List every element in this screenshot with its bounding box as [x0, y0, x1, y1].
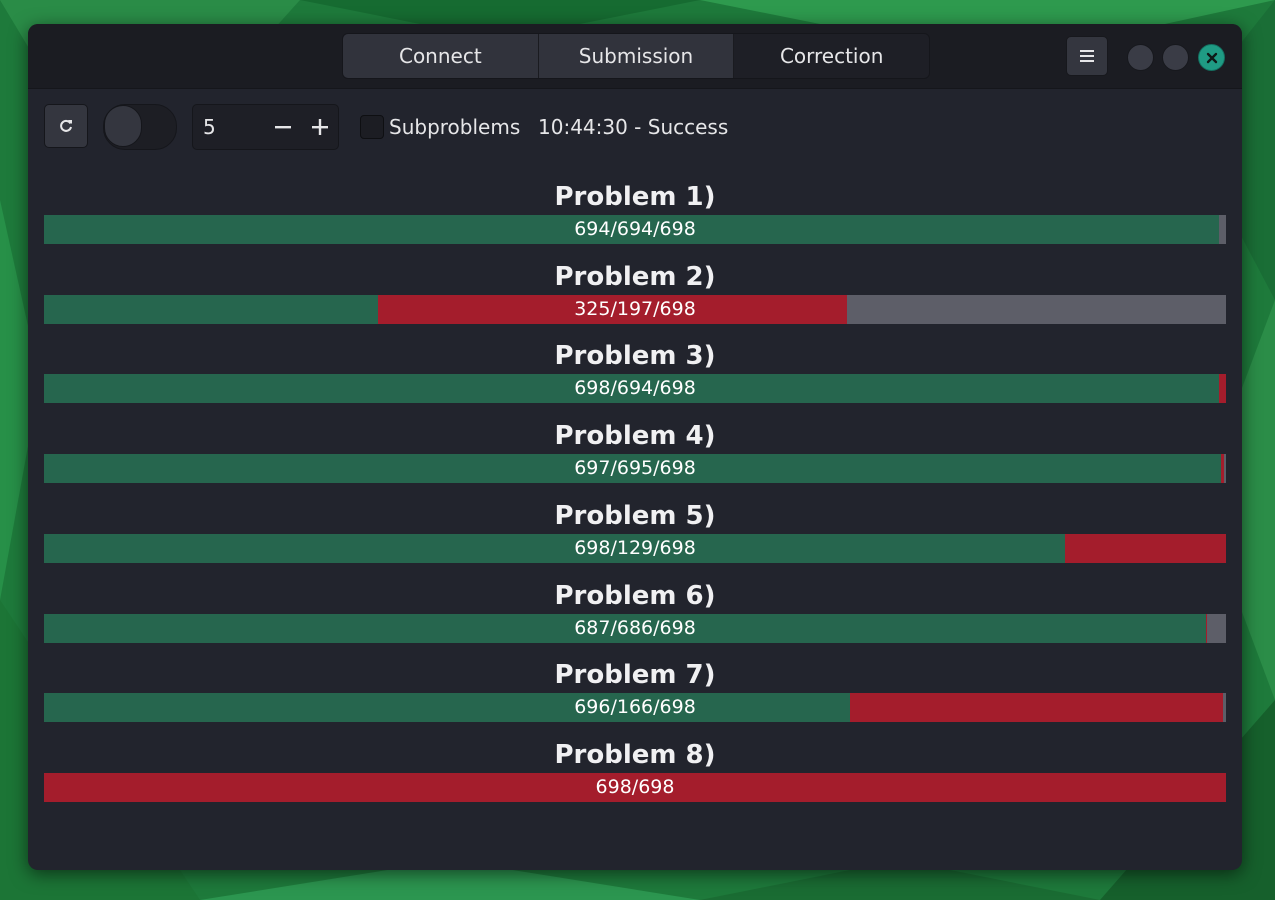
problem-title: Problem 7) — [554, 660, 716, 691]
problem-title: Problem 1) — [554, 182, 716, 212]
close-icon — [1206, 52, 1217, 63]
toolbar: 5 Subproblems 10:44:30 - Success — [28, 88, 1242, 168]
auto-refresh-toggle[interactable] — [103, 104, 177, 150]
toggle-knob — [104, 105, 142, 147]
header-bar: Connect Submission Correction — [28, 24, 1242, 89]
count-value[interactable]: 5 — [193, 115, 264, 139]
problem-progress-bar: 698/698 — [44, 772, 1226, 802]
problem-title: Problem 3) — [554, 341, 716, 372]
problem-progress-bar: 696/166/698 — [44, 693, 1226, 723]
refresh-icon — [60, 119, 72, 132]
problem-score-label: 698/698 — [595, 775, 675, 798]
problem-title: Problem 8) — [554, 739, 716, 770]
maximize-button[interactable] — [1162, 44, 1189, 71]
problem-progress-bar: 694/694/698 — [44, 215, 1226, 244]
minus-icon — [274, 126, 291, 129]
app-window: Connect Submission Correction 5 Subprobl… — [28, 24, 1242, 870]
problem-title: Problem 2) — [554, 261, 716, 292]
plus-icon — [311, 119, 328, 135]
menu-button[interactable] — [1066, 36, 1108, 76]
problem-title: Problem 6) — [554, 580, 716, 611]
problem-title: Problem 4) — [554, 421, 716, 452]
subproblems-label: Subproblems — [389, 115, 521, 139]
problem-score-label: 697/695/698 — [574, 457, 696, 480]
view-switcher: Connect Submission Correction — [342, 33, 930, 79]
problem-score-label: 698/129/698 — [574, 536, 696, 559]
count-spinbutton: 5 — [192, 104, 339, 150]
status-text: 10:44:30 - Success — [538, 115, 729, 139]
problem-score-label: 325/197/698 — [574, 297, 696, 320]
problem-progress-bar: 697/695/698 — [44, 454, 1226, 484]
problem-title: Problem 5) — [554, 500, 716, 531]
problem-score-label: 694/694/698 — [574, 218, 696, 240]
refresh-button[interactable] — [44, 104, 88, 148]
problem-score-label: 698/694/698 — [574, 377, 696, 400]
close-button[interactable] — [1198, 44, 1225, 71]
decrement-button[interactable] — [264, 105, 301, 149]
tab-connect[interactable]: Connect — [343, 34, 539, 78]
subproblems-checkbox[interactable] — [360, 115, 384, 139]
problem-progress-bar: 687/686/698 — [44, 613, 1226, 643]
problem-progress-bar: 698/129/698 — [44, 533, 1226, 563]
hamburger-menu-icon — [1080, 50, 1094, 62]
tab-submission[interactable]: Submission — [538, 34, 735, 78]
problem-score-label: 696/166/698 — [574, 696, 696, 719]
tab-correction[interactable]: Correction — [734, 34, 929, 78]
increment-button[interactable] — [301, 105, 338, 149]
problem-progress-bar: 698/694/698 — [44, 374, 1226, 404]
problem-score-label: 687/686/698 — [574, 616, 696, 639]
problem-progress-bar: 325/197/698 — [44, 294, 1226, 324]
minimize-button[interactable] — [1127, 44, 1154, 71]
